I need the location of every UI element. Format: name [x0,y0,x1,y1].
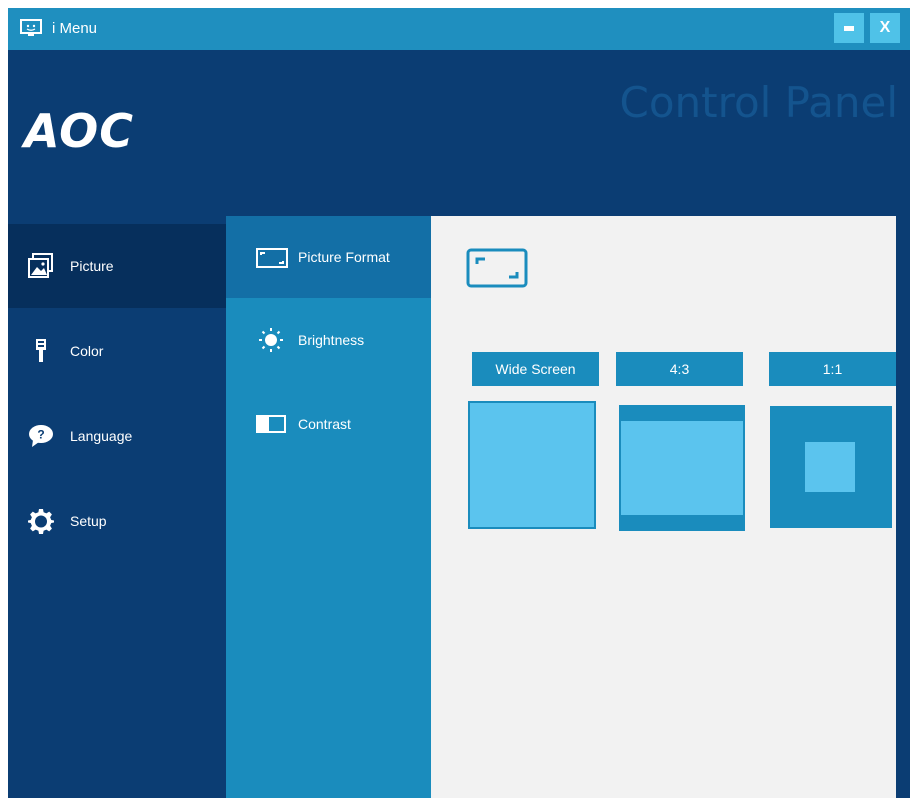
nav-item-picture[interactable]: Picture [8,224,226,308]
window-title: i Menu [52,20,98,37]
sub-label-contrast: Contrast [298,416,351,432]
nav-item-setup[interactable]: Setup [8,479,226,563]
4-3-preview[interactable] [619,405,745,531]
nav-item-color[interactable]: Color [8,309,226,393]
sub-label-picture-format: Picture Format [298,249,390,265]
sub-item-picture-format[interactable]: Picture Format [226,216,431,298]
aoc-logo: AOC [24,104,135,158]
contrast-icon [256,415,286,433]
brightness-icon [259,328,283,352]
4-3-preview-inner [621,421,743,515]
sub-item-contrast[interactable]: Contrast [226,380,431,462]
4-3-button[interactable]: 4:3 [616,352,743,386]
wide-screen-button[interactable]: Wide Screen [472,352,599,386]
header: AOC Control Panel [8,50,910,216]
wide-screen-preview[interactable] [468,401,596,529]
1-1-button[interactable]: 1:1 [769,352,896,386]
nav-label-picture: Picture [70,258,114,274]
gear-icon [28,509,54,534]
sub-label-brightness: Brightness [298,332,365,348]
nav-label-setup: Setup [70,513,107,529]
picture-icon [28,253,53,278]
main-nav: Picture Color ? Language Setup [8,216,226,798]
1-1-preview[interactable] [770,406,892,528]
nav-label-language: Language [70,428,133,444]
minimize-icon [844,25,854,31]
imenu-window: i Menu X AOC Control Panel Picture Color… [8,8,910,798]
content-panel: Wide Screen 4:3 1:1 [431,216,896,798]
title-bar[interactable]: i Menu X [8,8,910,50]
nav-item-language[interactable]: ? Language [8,394,226,478]
color-icon [36,339,46,362]
monitor-icon [20,19,42,36]
language-icon: ? [29,425,53,447]
svg-text:?: ? [37,428,44,442]
picture-format-icon [256,248,288,268]
picture-format-large-icon [466,248,528,288]
close-button[interactable]: X [870,13,900,43]
header-title: Control Panel [619,78,898,127]
sub-nav: Picture Format Brightness Contrast [226,216,431,798]
minimize-button[interactable] [834,13,864,43]
1-1-preview-inner [805,442,855,492]
nav-label-color: Color [70,343,104,359]
sub-item-brightness[interactable]: Brightness [226,298,431,380]
